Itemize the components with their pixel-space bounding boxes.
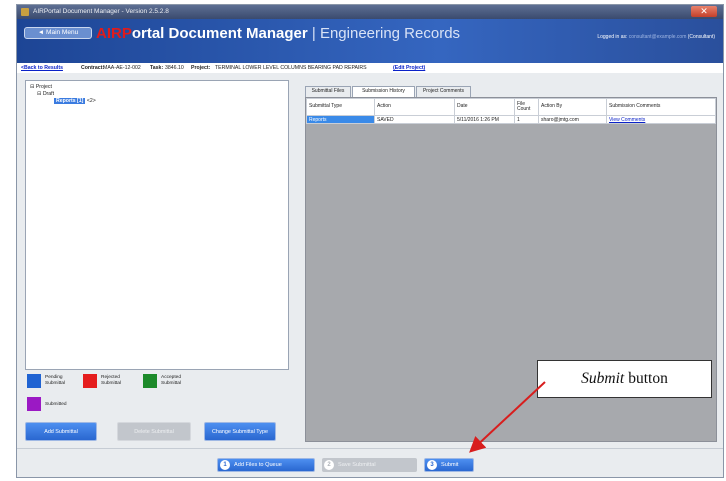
button-label: Save Submittal	[338, 462, 376, 468]
app-window: AIRPortal Document Manager - Version 2.5…	[16, 4, 724, 478]
contract-value: MAA-AE-12-002	[103, 65, 141, 71]
tree-node-draft[interactable]: ⊟ Draft	[30, 91, 96, 98]
brand-prefix: AIRP	[96, 25, 132, 42]
tab-project-comments[interactable]: Project Comments	[416, 86, 471, 97]
tree-node-label: Project	[35, 84, 52, 90]
back-to-results-link[interactable]: <Back to Results	[21, 65, 63, 71]
project-info-bar: <Back to Results Contract: MAA-AE-12-002…	[17, 63, 723, 73]
button-label: Add Files to Queue	[234, 462, 282, 468]
logged-in-user: consultant@example.com	[628, 34, 687, 40]
accepted-swatch	[143, 374, 157, 388]
cell-action: SAVED	[374, 115, 455, 124]
app-brand-title: AIRPortal Document Manager | Engineering…	[96, 25, 460, 42]
callout-text: button	[628, 370, 668, 387]
accepted-label: Accepted Submittal	[161, 375, 182, 386]
status-legend: Pending Submittal Rejected Submittal Acc…	[25, 372, 289, 418]
cell-submission-comments: View Comments	[606, 115, 716, 124]
cell-file-count: 1	[514, 115, 539, 124]
save-submittal-button[interactable]: 2 Save Submittal	[322, 458, 417, 472]
table-row[interactable]: Reports SAVED 5/11/2016 1:26 PM 1 sharo@…	[306, 115, 716, 124]
delete-submittal-button[interactable]: Delete Submittal	[117, 422, 191, 441]
cell-date: 5/11/2016 1:26 PM	[454, 115, 515, 124]
contract-label: Contract:	[81, 65, 105, 71]
title-bar: AIRPortal Document Manager - Version 2.5…	[17, 5, 723, 19]
edit-project-link[interactable]: (Edit Project)	[393, 65, 425, 71]
submitted-swatch	[27, 397, 41, 411]
add-files-to-queue-button[interactable]: 1 Add Files to Queue	[217, 458, 315, 472]
submittal-tree-panel: ⊟ Project ⊟ Draft Reports [1] <2>	[25, 80, 289, 370]
task-value: 3846.10	[165, 65, 184, 71]
tree-node-project[interactable]: ⊟ Project	[30, 84, 96, 91]
action-bar: 1 Add Files to Queue 2 Save Submittal 3 …	[17, 448, 723, 477]
pending-swatch	[27, 374, 41, 388]
collapse-icon[interactable]: ⊟	[30, 84, 34, 90]
step-number: 1	[220, 460, 230, 470]
submitted-label: Submitted	[45, 402, 67, 407]
tree-node-badge: <2>	[86, 98, 96, 104]
step-number: 3	[427, 460, 437, 470]
button-label: Submit	[441, 462, 459, 468]
user-role: (Consultant)	[687, 34, 715, 40]
submit-button-callout: Submit button	[537, 360, 712, 398]
tree-node-reports[interactable]: Reports [1] <2>	[30, 98, 96, 105]
step-number: 2	[324, 460, 334, 470]
column-header-submission-comments[interactable]: Submission Comments	[606, 98, 716, 116]
brand-separator: |	[307, 25, 320, 42]
submittal-tree: ⊟ Project ⊟ Draft Reports [1] <2>	[30, 84, 96, 105]
tree-node-label: Draft	[42, 91, 55, 97]
column-header-date[interactable]: Date	[454, 98, 515, 116]
rejected-swatch	[83, 374, 97, 388]
column-header-file-count[interactable]: File Count	[514, 98, 539, 116]
add-submittal-button[interactable]: Add Submittal	[25, 422, 97, 441]
callout-italic-text: Submit	[581, 370, 625, 387]
collapse-icon[interactable]: ⊟	[37, 91, 41, 97]
column-header-submittal-type[interactable]: Submittal Type	[306, 98, 375, 116]
change-submittal-type-button[interactable]: Change Submittal Type	[204, 422, 276, 441]
logged-in-label: Logged in as:	[597, 34, 628, 40]
cell-submittal-type[interactable]: Reports	[306, 115, 375, 124]
cell-action-by: sharo@jmtg.com	[538, 115, 607, 124]
brand-subtitle: Engineering Records	[319, 25, 461, 42]
submission-history-table: Submittal Type Action Date File Count Ac…	[306, 98, 716, 124]
submit-button[interactable]: 3 Submit	[424, 458, 474, 472]
task-label: Task:	[150, 65, 164, 71]
column-header-action-by[interactable]: Action By	[538, 98, 607, 116]
pending-label: Pending Submittal	[45, 375, 65, 386]
app-icon	[21, 8, 29, 16]
window-title: AIRPortal Document Manager - Version 2.5…	[33, 8, 169, 15]
rejected-label: Rejected Submittal	[101, 375, 121, 386]
column-header-action[interactable]: Action	[374, 98, 455, 116]
close-window-button[interactable]: ✕	[691, 6, 717, 17]
login-status: Logged in as: consultant@example.com (Co…	[597, 34, 715, 40]
project-value: TERMINAL LOWER LEVEL COLUMNS BEARING PAD…	[215, 65, 367, 71]
tab-submittal-files[interactable]: Submittal Files	[305, 86, 351, 97]
tree-node-selected-label[interactable]: Reports [1]	[54, 98, 86, 104]
project-label: Project:	[191, 65, 211, 71]
view-comments-link[interactable]: View Comments	[609, 117, 645, 123]
main-menu-button[interactable]: ◄ Main Menu	[24, 27, 92, 39]
table-header-row: Submittal Type Action Date File Count Ac…	[306, 98, 716, 116]
brand-name: ortal Document Manager	[131, 25, 308, 42]
